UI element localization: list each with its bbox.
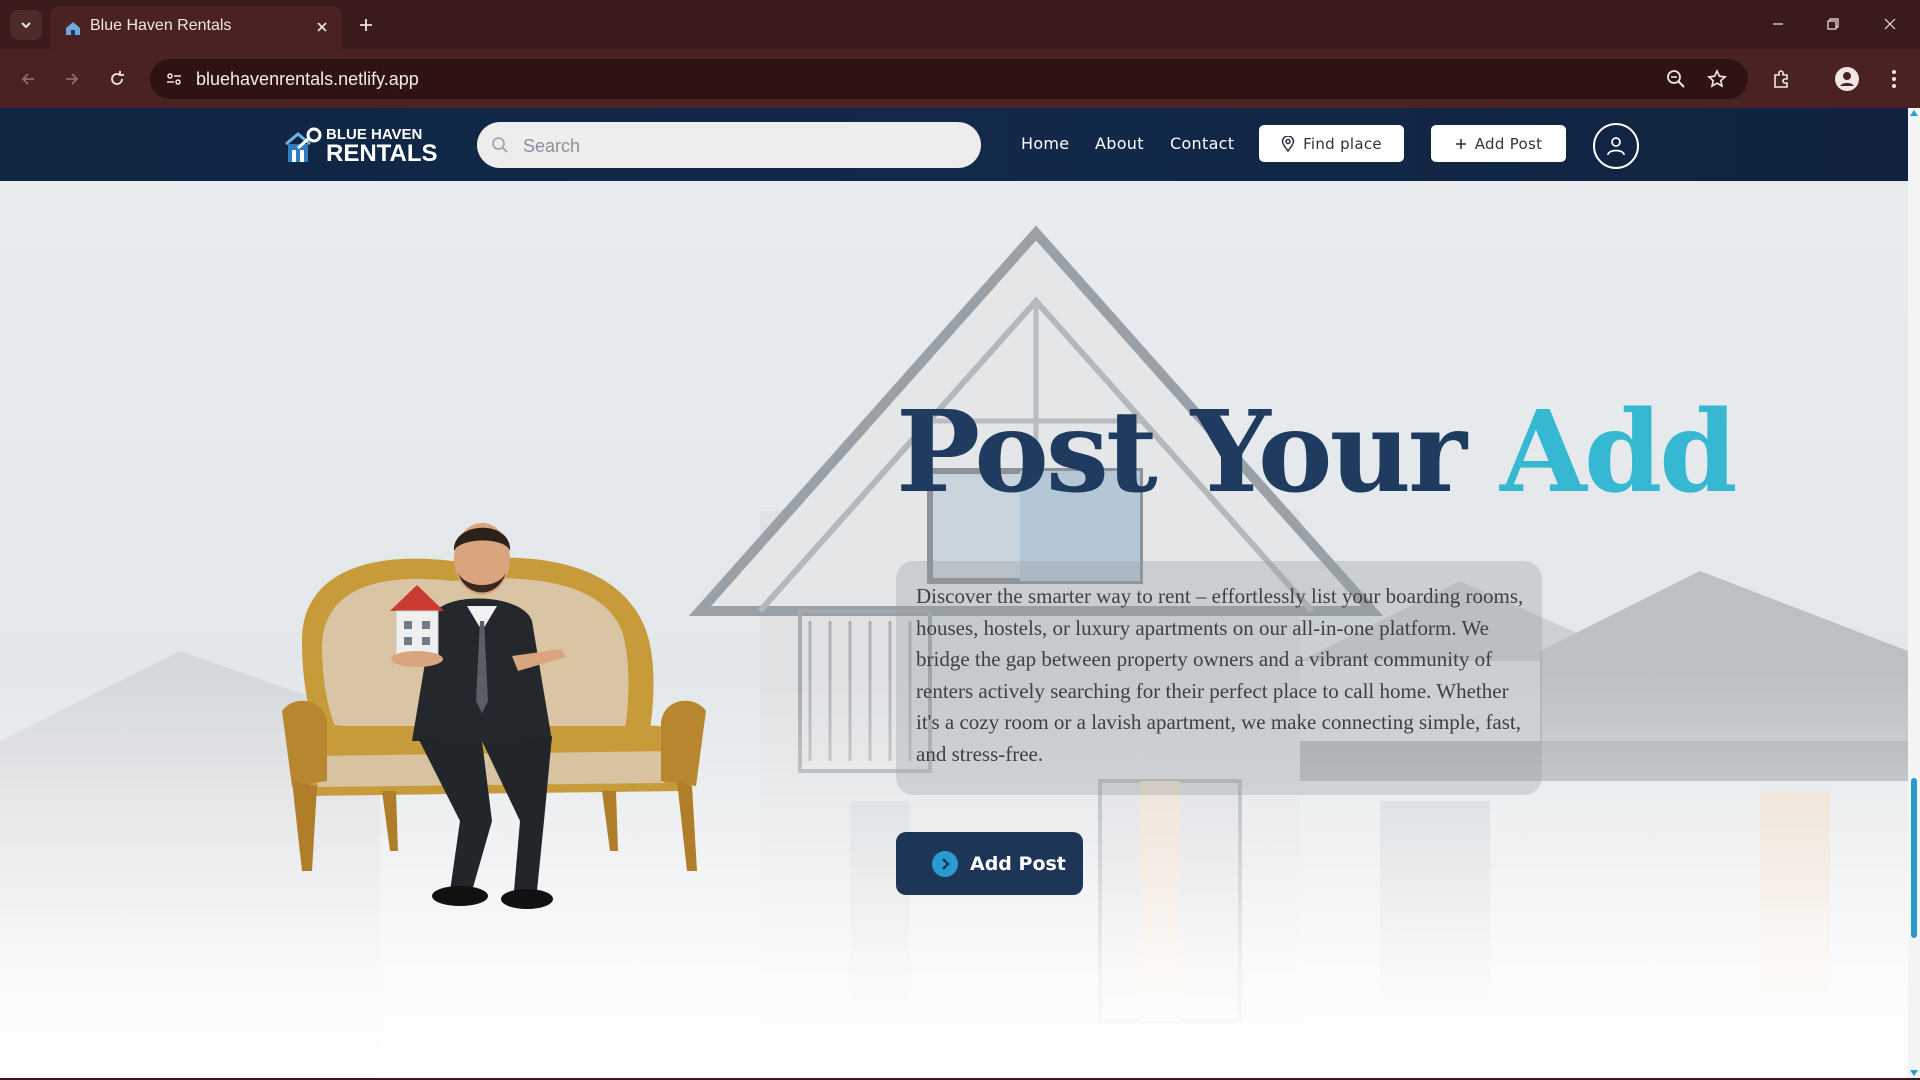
- search-input[interactable]: [521, 130, 965, 162]
- hero-section: Post Your Add Discover the smarter way t…: [0, 181, 1908, 1078]
- close-window-button[interactable]: [1870, 8, 1910, 40]
- page-scrollbar[interactable]: [1908, 108, 1920, 1078]
- forward-icon: [66, 73, 79, 85]
- nav-link-home[interactable]: Home: [1021, 134, 1069, 153]
- hero-heading: Post Your Add: [896, 391, 1738, 514]
- user-profile-button[interactable]: [1593, 123, 1639, 169]
- chevron-down-icon: [21, 22, 31, 29]
- search-icon: [492, 137, 508, 153]
- minimize-icon: [1773, 23, 1783, 25]
- add-post-nav-label: Add Post: [1474, 134, 1543, 153]
- find-place-label: Find place: [1303, 134, 1382, 153]
- chevron-right-circle-icon: [932, 850, 958, 877]
- favicon-icon: [66, 22, 80, 35]
- tab-close-icon[interactable]: [312, 17, 332, 37]
- scroll-up-arrow-icon[interactable]: [1910, 110, 1918, 116]
- hero-description: Discover the smarter way to rent – effor…: [916, 584, 1524, 766]
- find-place-button[interactable]: Find place: [1259, 125, 1404, 162]
- site-navbar: BLUE HAVEN RENTALS Home About Contact Fi…: [0, 108, 1908, 181]
- menu-icon[interactable]: [1878, 63, 1910, 95]
- plus-icon: [360, 19, 372, 31]
- restore-icon: [1827, 18, 1839, 30]
- bookmark-star-icon[interactable]: [1703, 65, 1731, 93]
- tab-search-button[interactable]: [10, 10, 42, 40]
- hero-add-post-label: Add Post: [970, 852, 1066, 875]
- extensions-icon[interactable]: [1765, 63, 1797, 95]
- new-tab-button[interactable]: [352, 11, 380, 39]
- reload-button[interactable]: [101, 63, 133, 95]
- scroll-down-arrow-icon[interactable]: [1910, 1070, 1918, 1076]
- forward-button[interactable]: [56, 63, 88, 95]
- hero-description-box: Discover the smarter way to rent – effor…: [896, 561, 1542, 795]
- profile-icon[interactable]: [1831, 63, 1863, 95]
- add-post-nav-button[interactable]: Add Post: [1431, 125, 1566, 162]
- nav-link-about[interactable]: About: [1095, 134, 1144, 153]
- close-window-icon: [1884, 18, 1896, 30]
- hero-add-post-button[interactable]: Add Post: [896, 832, 1083, 895]
- tab-title: Blue Haven Rentals: [90, 17, 232, 34]
- back-icon: [21, 73, 34, 85]
- nav-link-contact[interactable]: Contact: [1170, 134, 1234, 153]
- logo-text-line2: RENTALS: [326, 140, 438, 167]
- hero-heading-accent: Add: [1500, 387, 1738, 518]
- scrollbar-thumb[interactable]: [1911, 778, 1917, 938]
- plus-icon: [1455, 138, 1466, 149]
- man-on-chair-image: [282, 523, 706, 909]
- site-info-icon[interactable]: [160, 65, 188, 93]
- page-viewport: Post Your Add Discover the smarter way t…: [0, 108, 1908, 1078]
- url-text: bluehavenrentals.netlify.app: [196, 69, 419, 89]
- site-logo[interactable]: BLUE HAVEN RENTALS: [282, 126, 438, 167]
- restore-button[interactable]: [1813, 8, 1853, 40]
- logo-key-house-icon: [285, 127, 322, 162]
- hero-heading-main: Post Your: [896, 387, 1501, 518]
- browser-toolbar: bluehavenrentals.netlify.app: [0, 49, 1920, 108]
- site-search-bar[interactable]: [477, 122, 981, 168]
- browser-tab-strip: Blue Haven Rentals: [0, 0, 1920, 49]
- zoom-icon[interactable]: [1662, 65, 1690, 93]
- user-icon: [1607, 137, 1625, 156]
- map-pin-icon: [1281, 135, 1295, 152]
- minimize-button[interactable]: [1758, 8, 1798, 40]
- reload-icon: [111, 71, 124, 85]
- browser-tab[interactable]: Blue Haven Rentals: [50, 6, 342, 49]
- back-button[interactable]: [12, 63, 44, 95]
- address-bar[interactable]: bluehavenrentals.netlify.app: [150, 59, 1748, 99]
